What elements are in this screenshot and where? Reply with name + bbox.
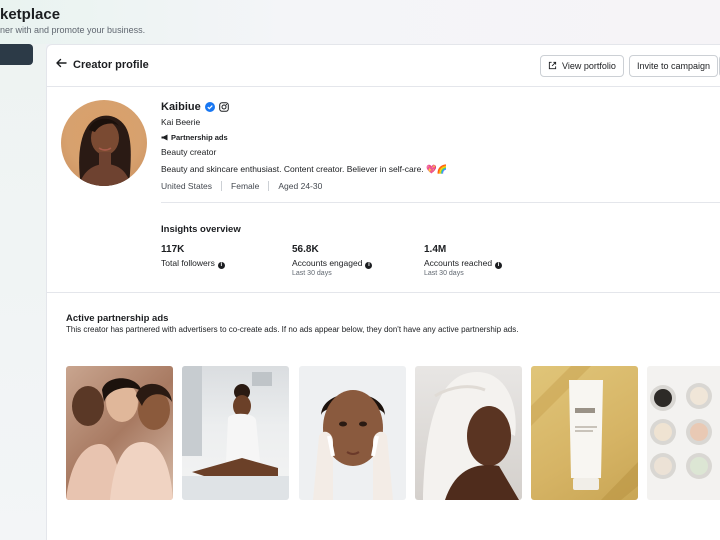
- active-ads-description: This creator has partnered with advertis…: [66, 325, 519, 334]
- divider: [161, 202, 720, 203]
- ad-thumbnail-cream-jars[interactable]: [647, 366, 720, 500]
- info-icon[interactable]: i: [495, 262, 503, 269]
- ad-thumbnail-product-tube[interactable]: [531, 366, 638, 500]
- left-rail: [0, 44, 46, 540]
- stat-total-followers: 117K Total followers i: [161, 244, 225, 269]
- stat-period: Last 30 days: [292, 270, 332, 277]
- profile-topbar: Creator profile View portfolio Invite to…: [47, 45, 720, 87]
- insights-title: Insights overview: [161, 224, 241, 235]
- ad-thumbnail-face-cream[interactable]: [299, 366, 406, 500]
- stat-accounts-engaged: 56.8K Accounts engaged i Last 30 days: [292, 244, 373, 277]
- stat-value: 1.4M: [424, 244, 447, 255]
- invite-to-campaign-button[interactable]: Invite to campaign: [629, 55, 719, 77]
- view-portfolio-button[interactable]: View portfolio: [540, 55, 624, 77]
- info-icon[interactable]: i: [365, 262, 373, 269]
- creator-age: Aged 24-30: [278, 181, 323, 191]
- app-subtitle: ner with and promote your business.: [0, 25, 146, 35]
- view-portfolio-label: View portfolio: [562, 61, 616, 71]
- back-arrow-icon[interactable]: [55, 57, 69, 71]
- megaphone-icon: [161, 134, 168, 141]
- instagram-icon[interactable]: [219, 102, 229, 112]
- external-link-icon: [548, 61, 557, 70]
- creator-demographics: United States Female Aged 24-30: [161, 181, 322, 191]
- creator-country: United States: [161, 181, 213, 191]
- page-title: Creator profile: [73, 59, 149, 71]
- creator-profile-panel: Creator profile View portfolio Invite to…: [46, 44, 720, 540]
- partnership-ads-label: Partnership ads: [171, 133, 228, 142]
- creator-gender: Female: [231, 181, 260, 191]
- ad-thumbnail-lotion[interactable]: [182, 366, 289, 500]
- stat-label: Total followers: [161, 258, 215, 268]
- ad-thumbnail-towel[interactable]: [415, 366, 522, 500]
- creator-avatar: [61, 100, 147, 186]
- ad-thumbnail-group-portrait[interactable]: [66, 366, 173, 500]
- stat-value: 117K: [161, 244, 185, 255]
- creator-name: Kaibiue: [161, 101, 201, 113]
- creator-category: Beauty creator: [161, 147, 217, 157]
- app-header: ketplace ner with and promote your busin…: [0, 0, 720, 44]
- section-divider: [47, 292, 720, 293]
- creator-bio: Beauty and skincare enthusiast. Content …: [161, 164, 448, 174]
- stat-label: Accounts reached: [424, 258, 493, 268]
- stat-label: Accounts engaged: [292, 258, 363, 268]
- partnership-ads-badge: Partnership ads: [161, 133, 228, 142]
- stat-accounts-reached: 1.4M Accounts reached i Last 30 days: [424, 244, 503, 277]
- stat-value: 56.8K: [292, 244, 319, 255]
- app-title: ketplace: [0, 6, 61, 23]
- sidebar-button[interactable]: [0, 44, 33, 65]
- creator-handle: Kai Beerie: [161, 117, 201, 127]
- info-icon[interactable]: i: [217, 262, 225, 269]
- stat-period: Last 30 days: [424, 270, 464, 277]
- active-ads-title: Active partnership ads: [66, 313, 169, 324]
- verified-badge-icon: [205, 102, 215, 112]
